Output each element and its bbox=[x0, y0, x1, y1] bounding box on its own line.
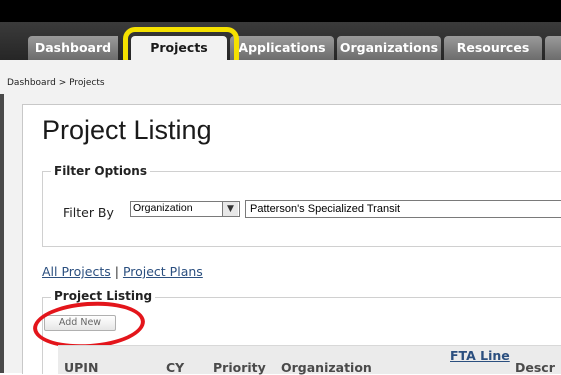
tab-resources[interactable]: Resources bbox=[444, 36, 542, 60]
tab-dashboard[interactable]: Dashboard bbox=[28, 36, 118, 60]
project-plans-link[interactable]: Project Plans bbox=[123, 264, 203, 279]
all-projects-link[interactable]: All Projects bbox=[42, 264, 111, 279]
filter-by-select-value: Organization bbox=[133, 202, 193, 214]
organization-input[interactable]: Patterson's Specialized Transit bbox=[245, 200, 561, 218]
filter-options-legend: Filter Options bbox=[51, 164, 150, 178]
column-header-fta-line[interactable]: FTA Line bbox=[450, 348, 510, 363]
breadcrumb: Dashboard > Projects bbox=[7, 78, 105, 88]
left-border bbox=[0, 94, 4, 373]
tab-more[interactable] bbox=[545, 36, 561, 60]
filter-by-label: Filter By bbox=[63, 205, 114, 220]
add-new-button[interactable]: Add New bbox=[44, 315, 116, 331]
page-title: Project Listing bbox=[42, 115, 212, 145]
tab-projects[interactable]: Projects bbox=[131, 36, 227, 62]
tab-organizations[interactable]: Organizations bbox=[337, 36, 441, 60]
chevron-down-icon[interactable]: ▼ bbox=[222, 202, 238, 216]
tab-applications[interactable]: Applications bbox=[230, 36, 334, 60]
link-separator: | bbox=[114, 264, 119, 279]
project-listing-legend: Project Listing bbox=[51, 289, 156, 303]
top-bar bbox=[0, 0, 561, 22]
project-links: All Projects | Project Plans bbox=[42, 264, 203, 279]
